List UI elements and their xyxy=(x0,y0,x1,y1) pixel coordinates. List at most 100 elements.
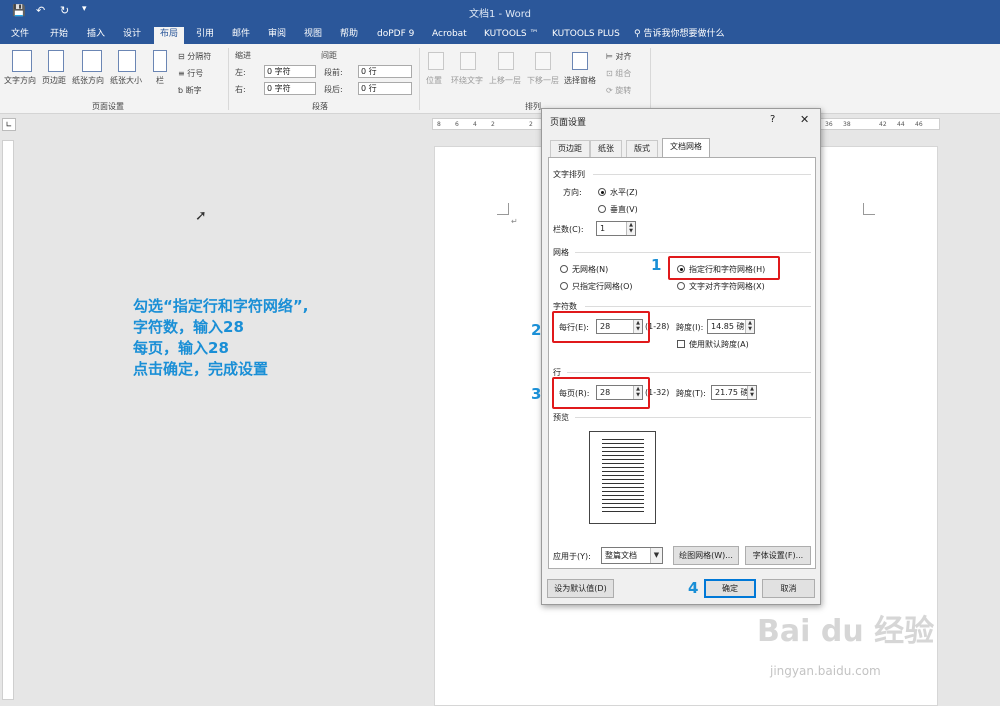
tab-home[interactable]: 开始 xyxy=(44,27,74,44)
dialog-title: 页面设置 xyxy=(550,118,587,128)
tab-dopdf[interactable]: doPDF 9 xyxy=(371,27,420,44)
group-separator xyxy=(419,48,420,110)
columns-button[interactable]: 栏 xyxy=(156,75,164,86)
ribbon: 文字方向 页边距 纸张方向 纸张大小 栏 ⊟ 分隔符 ≡ 行号 ƅ 断字 页面设… xyxy=(0,44,1000,114)
tell-me-box[interactable]: ⚲ 告诉我你想要做什么 xyxy=(628,27,730,44)
spinner-arrows-icon[interactable]: ▲ ▼ xyxy=(626,222,635,235)
use-default-pitch-label[interactable]: 使用默认跨度(A) xyxy=(689,339,749,350)
margin-corner-mark xyxy=(497,203,509,215)
annotation-line: 字符数，输入28 xyxy=(133,318,244,336)
spacing-before-label: 段前: xyxy=(324,68,343,77)
vertical-ruler[interactable] xyxy=(2,140,14,700)
wrap-text-icon xyxy=(460,52,476,70)
horizontal-radio[interactable] xyxy=(598,188,606,196)
text-direction-button[interactable]: 文字方向 xyxy=(4,75,36,86)
hyphenation-button[interactable]: ƅ 断字 xyxy=(178,85,202,96)
vertical-radio[interactable] xyxy=(598,205,606,213)
tab-kutools[interactable]: KUTOOLS ™ xyxy=(478,27,545,44)
mouse-cursor-icon: ➚ xyxy=(195,208,207,224)
indent-label: 缩进 xyxy=(235,51,251,60)
use-default-pitch-checkbox[interactable] xyxy=(677,340,685,348)
draw-grid-button[interactable]: 绘图网格(W)... xyxy=(673,546,739,565)
columns-count-input[interactable]: 1 ▲ ▼ xyxy=(596,221,636,236)
tab-paper[interactable]: 纸张 xyxy=(590,140,622,158)
group-separator xyxy=(228,48,229,110)
tab-selector-button[interactable]: ∟ xyxy=(2,118,16,131)
align-button[interactable]: ⊨ 对齐 xyxy=(606,51,632,62)
line-grid-only-radio[interactable] xyxy=(560,282,568,290)
tab-view[interactable]: 视图 xyxy=(298,27,328,44)
ok-button[interactable]: 确定 xyxy=(704,579,756,598)
arrange-group-label: 排列 xyxy=(525,102,541,111)
font-settings-button[interactable]: 字体设置(F)... xyxy=(745,546,811,565)
close-button[interactable]: ✕ xyxy=(800,113,809,126)
selection-pane-button[interactable]: 选择窗格 xyxy=(564,75,596,86)
selection-pane-icon[interactable] xyxy=(572,52,588,70)
paragraph-group-label: 段落 xyxy=(312,102,328,111)
tab-mailings[interactable]: 邮件 xyxy=(226,27,256,44)
baidu-watermark-url: jingyan.baidu.com xyxy=(770,664,881,678)
margin-corner-mark xyxy=(863,203,875,215)
columns-count-label: 栏数(C): xyxy=(553,225,584,234)
indent-right-input[interactable]: 0 字符 xyxy=(264,82,316,95)
tab-document-grid[interactable]: 文档网格 xyxy=(662,138,710,158)
orientation-button[interactable]: 纸张方向 xyxy=(72,75,104,86)
vertical-label[interactable]: 垂直(V) xyxy=(610,204,638,215)
breaks-button[interactable]: ⊟ 分隔符 xyxy=(178,51,211,62)
direction-label: 方向: xyxy=(563,188,582,197)
step-number-1: 1 xyxy=(651,256,662,274)
columns-icon[interactable] xyxy=(153,50,167,72)
tab-file[interactable]: 文件 xyxy=(5,27,35,44)
line-numbers-icon: ≡ xyxy=(178,69,188,78)
tab-help[interactable]: 帮助 xyxy=(334,27,364,44)
spinner-arrows-icon[interactable]: ▲ ▼ xyxy=(745,320,754,333)
help-button[interactable]: ? xyxy=(770,114,775,125)
margins-icon[interactable] xyxy=(48,50,64,72)
apply-to-select[interactable]: 整篇文档 ▼ xyxy=(601,547,663,564)
snap-to-char-grid-radio[interactable] xyxy=(677,282,685,290)
align-icon: ⊨ xyxy=(606,52,616,61)
tab-layout[interactable]: 版式 xyxy=(626,140,658,158)
line-grid-only-label[interactable]: 只指定行网格(O) xyxy=(572,281,633,292)
no-grid-radio[interactable] xyxy=(560,265,568,273)
group-objects-button: ⊡ 组合 xyxy=(606,69,632,78)
tab-layout[interactable]: 布局 xyxy=(154,27,185,44)
snap-to-char-grid-label[interactable]: 文字对齐字符网格(X) xyxy=(689,281,765,292)
send-backward-button: 下移一层 xyxy=(527,76,559,85)
horizontal-label[interactable]: 水平(Z) xyxy=(610,187,638,198)
grid-section: 网格 xyxy=(553,248,569,257)
set-as-default-button[interactable]: 设为默认值(D) xyxy=(547,579,614,598)
tab-design[interactable]: 设计 xyxy=(117,27,147,44)
indent-left-label: 左: xyxy=(235,68,246,77)
tab-kutools-plus[interactable]: KUTOOLS PLUS xyxy=(546,27,626,44)
position-icon xyxy=(428,52,444,70)
indent-right-label: 右: xyxy=(235,85,246,94)
chevron-down-icon[interactable]: ▼ xyxy=(650,548,662,563)
tab-acrobat[interactable]: Acrobat xyxy=(426,27,473,44)
line-pitch-label: 跨度(T): xyxy=(676,389,706,398)
page-size-button[interactable]: 纸张大小 xyxy=(110,75,142,86)
tab-margins[interactable]: 页边距 xyxy=(550,140,590,158)
ribbon-tabs: 文件 开始 插入 设计 布局 引用 邮件 审阅 视图 帮助 doPDF 9 Ac… xyxy=(0,24,1000,44)
page-preview xyxy=(589,431,656,524)
tab-insert[interactable]: 插入 xyxy=(81,27,111,44)
wrap-text-button: 环绕文字 xyxy=(451,76,483,85)
tab-references[interactable]: 引用 xyxy=(190,27,220,44)
spacing-after-input[interactable]: 0 行 xyxy=(358,82,412,95)
spacing-before-input[interactable]: 0 行 xyxy=(358,65,412,78)
char-pitch-input[interactable]: 14.85 磅 ▲ ▼ xyxy=(707,319,755,334)
step-number-4: 4 xyxy=(688,579,699,597)
spinner-arrows-icon[interactable]: ▲ ▼ xyxy=(747,386,756,399)
indent-left-input[interactable]: 0 字符 xyxy=(264,65,316,78)
page-size-icon[interactable] xyxy=(118,50,136,72)
line-pitch-input[interactable]: 21.75 磅 ▲ ▼ xyxy=(711,385,757,400)
position-button: 位置 xyxy=(426,76,442,85)
rotate-button: ⟳ 旋转 xyxy=(606,86,632,95)
margins-button[interactable]: 页边距 xyxy=(42,75,66,86)
no-grid-label[interactable]: 无网格(N) xyxy=(572,264,608,275)
orientation-icon[interactable] xyxy=(82,50,102,72)
tab-review[interactable]: 审阅 xyxy=(262,27,292,44)
cancel-button[interactable]: 取消 xyxy=(762,579,815,598)
text-direction-icon[interactable] xyxy=(12,50,32,72)
line-numbers-button[interactable]: ≡ 行号 xyxy=(178,68,203,79)
